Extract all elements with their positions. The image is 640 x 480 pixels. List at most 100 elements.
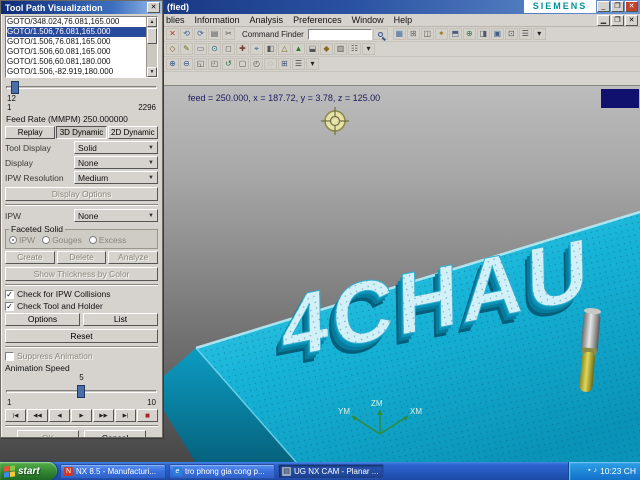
toolbar-icon[interactable]: ⊞ (406, 28, 420, 40)
tab-2d-dynamic[interactable]: 2D Dynamic (107, 126, 158, 139)
menu-item[interactable]: Information (195, 15, 240, 25)
radio-excess[interactable]: Excess (88, 235, 126, 245)
taskbar-task-browser[interactable]: e tro phong gia cong p... (169, 463, 275, 479)
tab-replay[interactable]: Replay (5, 126, 56, 139)
check-ipw-collisions[interactable]: ✓ Check for IPW Collisions (5, 289, 158, 299)
tray-icon[interactable]: ♪ (594, 467, 598, 475)
toolbar-icon[interactable]: ✎ (180, 43, 193, 55)
goto-list[interactable]: GOTO/348.024,76.081,165.000 GOTO/1.506,7… (5, 16, 158, 78)
toolbar-icon[interactable]: ✕ (166, 28, 179, 40)
toolbar-icon[interactable]: ▲ (292, 43, 305, 55)
goto-line[interactable]: GOTO/1.506,60.081,180.000 (7, 57, 146, 67)
toolbar-icon[interactable]: ▦ (392, 28, 406, 40)
list-scrollbar[interactable]: ▲ ▼ (146, 17, 157, 77)
show-thickness-button[interactable]: Show Thickness by Color (5, 267, 158, 281)
toolbar-icon[interactable]: ⊖ (180, 58, 193, 70)
toolbar-icon[interactable]: ↺ (222, 58, 235, 70)
checkbox-checked-icon[interactable]: ✓ (5, 289, 14, 299)
maximize-button[interactable]: ❐ (611, 1, 624, 12)
toolbar-icon[interactable]: ◴ (250, 58, 263, 70)
toolbar-icon[interactable]: ▾ (306, 58, 319, 70)
goto-line[interactable]: GOTO/348.024,76.081,165.000 (7, 17, 146, 27)
radio-gouges[interactable]: Gouges (42, 235, 82, 245)
display-options-button[interactable]: Display Options (5, 187, 158, 201)
go-to-end-button[interactable]: ▶| (115, 409, 136, 422)
go-to-start-button[interactable]: |◀ (5, 409, 26, 422)
reset-button[interactable]: Reset (5, 329, 158, 343)
taskbar-task-nx[interactable]: N NX 8.5 - Manufacturi... (60, 463, 166, 479)
toolbar-icon[interactable]: ◻ (222, 43, 235, 55)
display-dropdown[interactable]: None ▼ (74, 156, 158, 169)
goto-line[interactable]: GOTO/1.506,60.081,165.000 (7, 47, 146, 57)
cancel-button[interactable]: Cancel (84, 430, 146, 437)
radio-dot-icon[interactable] (9, 236, 17, 244)
toolbar-icon[interactable]: ▢ (236, 58, 249, 70)
analyze-button[interactable]: Analyze (108, 251, 159, 264)
close-button[interactable]: ✕ (625, 1, 638, 12)
dialog-title-bar[interactable]: Tool Path Visualization ✕ (1, 1, 162, 14)
toolbar-icon[interactable]: ▾ (532, 28, 546, 40)
toolbar-icon[interactable]: △ (278, 43, 291, 55)
ok-button[interactable]: OK (17, 430, 79, 437)
animation-speed-slider[interactable] (6, 385, 157, 398)
play-backward-button[interactable]: ◀◀ (27, 409, 48, 422)
play-button[interactable]: ▶ (71, 409, 92, 422)
toolbar-icon[interactable]: ▣ (490, 28, 504, 40)
menu-item[interactable]: Preferences (293, 15, 342, 25)
toolbar-icon[interactable]: ⊙ (208, 43, 221, 55)
radio-dot-icon[interactable] (88, 236, 97, 244)
fast-forward-button[interactable]: ▶▶ (93, 409, 114, 422)
search-icon[interactable] (372, 28, 388, 40)
goto-line-selected[interactable]: GOTO/1.506,76.081,165.000 (7, 27, 146, 37)
goto-line[interactable]: GOTO/1.506,76.081,165.000 (7, 37, 146, 47)
toolbar-icon[interactable]: ⌖ (250, 43, 263, 55)
toolbar-icon[interactable]: ☰ (518, 28, 532, 40)
tray-icon[interactable]: ▪ (588, 467, 590, 475)
stop-button[interactable]: ■ (137, 409, 158, 422)
toolbar-icon[interactable]: ▾ (362, 43, 375, 55)
ipw-resolution-dropdown[interactable]: Medium ▼ (74, 171, 158, 184)
tab-3d-dynamic[interactable]: 3D Dynamic (56, 126, 107, 139)
toolbar-icon[interactable]: ⟳ (194, 28, 207, 40)
toolbar-icon[interactable]: ⊕ (462, 28, 476, 40)
toolbar-icon[interactable]: ⬓ (306, 43, 319, 55)
command-finder-input[interactable] (307, 28, 372, 40)
toolbar-icon[interactable]: ◱ (194, 58, 207, 70)
slider-thumb[interactable] (10, 81, 19, 94)
toolbar-icon[interactable]: ▥ (334, 43, 347, 55)
toolbar-icon[interactable]: ◧ (264, 43, 277, 55)
radio-dot-icon[interactable] (42, 236, 51, 244)
toolbar-icon[interactable]: ✂ (222, 28, 235, 40)
menu-item[interactable]: Help (394, 15, 413, 25)
toolbar-icon[interactable]: ◨ (476, 28, 490, 40)
slider-track[interactable] (6, 86, 157, 89)
toolbar-icon[interactable]: ◰ (208, 58, 221, 70)
list-button[interactable]: List (83, 313, 158, 326)
menu-item[interactable]: Window (352, 15, 384, 25)
mdi-close-button[interactable]: ✕ (625, 15, 638, 26)
dialog-close-button[interactable]: ✕ (147, 2, 160, 13)
mdi-minimize-button[interactable]: ▁ (597, 15, 610, 26)
checkbox-checked-icon[interactable]: ✓ (5, 301, 14, 311)
toolbar-icon[interactable]: ⊞ (278, 58, 291, 70)
step-back-button[interactable]: ◀ (49, 409, 70, 422)
ipw-dropdown[interactable]: None ▼ (74, 209, 158, 222)
toolbar-icon[interactable]: ◆ (320, 43, 333, 55)
delete-button[interactable]: Delete (56, 251, 107, 264)
menu-item[interactable]: blies (166, 15, 185, 25)
radio-ipw[interactable]: IPW (9, 235, 35, 245)
minimize-button[interactable]: _ (597, 1, 610, 12)
check-suppress-animation[interactable]: Suppress Animation (5, 351, 158, 361)
scrollbar-track[interactable] (147, 45, 157, 67)
goto-line[interactable]: GOTO/1.506,-82.919,180.000 (7, 67, 146, 77)
scroll-up-icon[interactable]: ▲ (147, 17, 157, 27)
toolbar-icon[interactable]: ◌ (264, 58, 277, 70)
create-button[interactable]: Create (5, 251, 55, 264)
toolbar-icon[interactable]: ⟲ (180, 28, 193, 40)
scroll-down-icon[interactable]: ▼ (147, 67, 157, 77)
toolbar-icon[interactable]: ☷ (348, 43, 361, 55)
toolbar-icon[interactable]: ⊕ (166, 58, 179, 70)
toolbar-icon[interactable]: ⊡ (504, 28, 518, 40)
menu-item[interactable]: Analysis (250, 15, 284, 25)
slider-thumb[interactable] (76, 385, 85, 398)
